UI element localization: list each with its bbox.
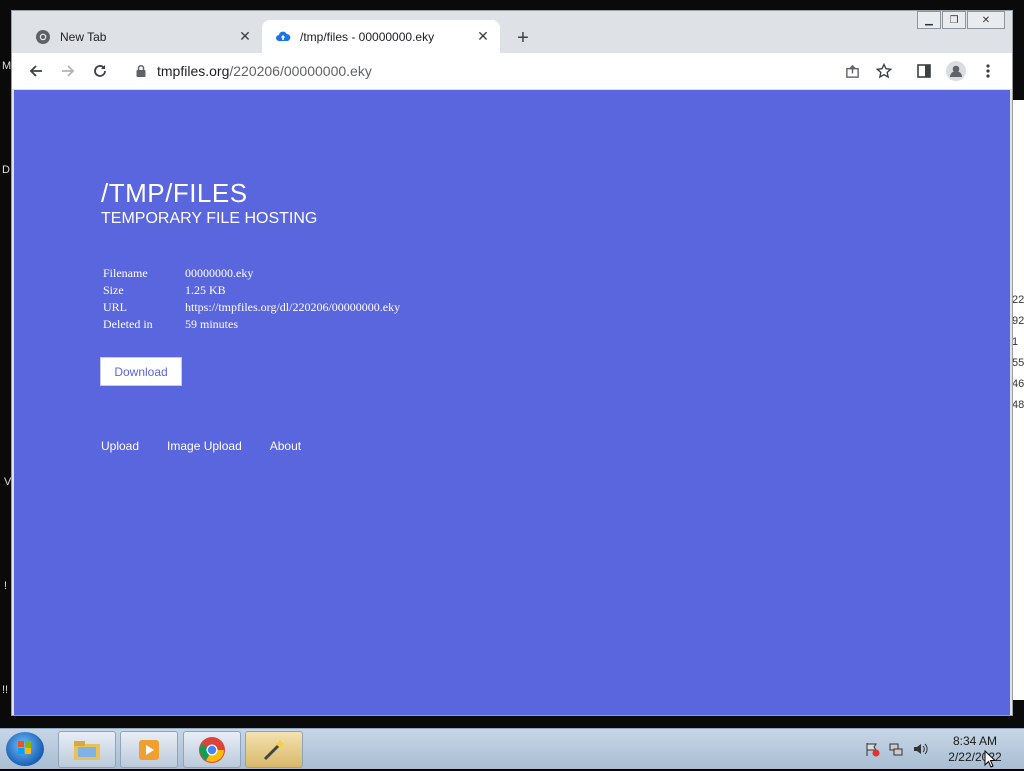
info-label: Filename: [103, 266, 148, 280]
taskbar-chrome[interactable]: [183, 731, 241, 768]
side-panel-button[interactable]: [912, 59, 936, 83]
background-window-text: 48: [1012, 399, 1024, 411]
bookmark-button[interactable]: [872, 59, 896, 83]
minimize-button[interactable]: ▁: [917, 11, 941, 29]
image-upload-link[interactable]: Image Upload: [167, 439, 242, 453]
browser-window: New Tab ✕ /tmp/files - 00000000.eky ✕ + …: [11, 10, 1013, 716]
tab-title: New Tab: [60, 29, 107, 44]
mouse-cursor-icon: [984, 750, 997, 768]
chrome-icon: [199, 736, 225, 763]
folder-icon: [74, 740, 100, 760]
start-button[interactable]: [6, 732, 44, 766]
download-button[interactable]: Download: [100, 357, 182, 386]
file-info-table: Filename 00000000.eky Size 1.25 KB URL http…: [101, 265, 402, 333]
info-label: Size: [103, 283, 124, 297]
cloud-upload-icon: [275, 29, 291, 45]
url-path: /220206/00000000.eky: [229, 63, 372, 79]
background-window-text: 92: [1012, 315, 1024, 327]
background-window-text: 46: [1012, 378, 1024, 390]
maximize-button[interactable]: ❐: [942, 11, 966, 29]
taskbar-wizard-app[interactable]: [245, 731, 303, 768]
new-tab-button[interactable]: +: [510, 25, 536, 51]
chrome-icon: [35, 29, 51, 45]
system-tray: [864, 741, 928, 757]
profile-button[interactable]: [944, 59, 968, 83]
action-center-flag-icon[interactable]: [864, 741, 880, 757]
side-panel-icon: [917, 64, 931, 78]
info-value: 00000000.eky: [185, 266, 254, 280]
desktop-text-fragment: !: [4, 580, 8, 592]
desktop-text-fragment: D: [2, 164, 10, 176]
share-icon: [845, 64, 859, 78]
clock-time: 8:34 AM: [952, 734, 998, 748]
windows-logo-icon: [18, 741, 31, 754]
tab-strip: New Tab ✕ /tmp/files - 00000000.eky ✕ + …: [12, 11, 1012, 53]
taskbar-file-explorer[interactable]: [58, 731, 116, 768]
info-value-link[interactable]: https://tmpfiles.org/dl/220206/00000000.…: [183, 299, 402, 316]
forward-arrow-icon: [62, 65, 75, 77]
star-icon: [876, 63, 892, 79]
tab-tmpfiles[interactable]: /tmp/files - 00000000.eky ✕: [262, 20, 500, 53]
volume-icon[interactable]: [912, 741, 928, 757]
page-content: /TMP/FILES TEMPORARY FILE HOSTING Filena…: [14, 90, 1010, 715]
info-row-size: Size 1.25 KB: [101, 282, 402, 299]
footer-links: Upload Image Upload About: [101, 439, 329, 453]
info-value: 59 minutes: [185, 317, 238, 331]
avatar-icon: [946, 61, 966, 81]
network-icon[interactable]: [888, 741, 904, 757]
back-button[interactable]: [24, 59, 48, 83]
magic-wand-icon: [263, 738, 285, 760]
kebab-menu-icon: [986, 64, 990, 78]
taskbar-media-player[interactable]: [120, 731, 178, 768]
info-label: Deleted in: [103, 317, 153, 331]
media-player-icon: [139, 739, 159, 760]
close-tab-icon[interactable]: ✕: [236, 28, 254, 46]
url-host: tmpfiles.org: [157, 63, 230, 79]
about-link[interactable]: About: [270, 439, 301, 453]
taskbar: 8:34 AM 2/22/2022: [0, 728, 1024, 769]
desktop-text-fragment: !!: [2, 684, 9, 696]
reload-icon: [94, 65, 106, 77]
close-tab-icon[interactable]: ✕: [474, 28, 492, 46]
browser-toolbar: tmpfiles.org/220206/00000000.eky: [12, 53, 1012, 90]
share-button[interactable]: [840, 59, 864, 83]
back-arrow-icon: [29, 65, 42, 77]
tab-new-tab[interactable]: New Tab ✕: [22, 20, 262, 53]
info-row-filename: Filename 00000000.eky: [101, 265, 402, 282]
menu-button[interactable]: [976, 59, 1000, 83]
info-row-url: URL https://tmpfiles.org/dl/220206/000000…: [101, 299, 402, 316]
lock-icon: [136, 64, 146, 77]
site-subtitle: TEMPORARY FILE HOSTING: [101, 210, 318, 227]
address-bar[interactable]: tmpfiles.org/220206/00000000.eky: [124, 57, 914, 85]
background-window-text: 55: [1012, 357, 1024, 369]
site-title: /TMP/FILES: [101, 178, 248, 208]
desktop-text-fragment: M: [2, 60, 12, 72]
close-window-button[interactable]: ✕: [967, 11, 1005, 29]
forward-button[interactable]: [56, 59, 80, 83]
info-label: URL: [103, 300, 127, 314]
tab-title: /tmp/files - 00000000.eky: [300, 29, 435, 44]
info-row-deleted-in: Deleted in 59 minutes: [101, 316, 402, 333]
upload-link[interactable]: Upload: [101, 439, 139, 453]
background-window-text: 22: [1012, 294, 1024, 306]
url-text: tmpfiles.org/220206/00000000.eky: [157, 63, 372, 79]
reload-button[interactable]: [88, 59, 112, 83]
info-value: 1.25 KB: [185, 283, 226, 297]
